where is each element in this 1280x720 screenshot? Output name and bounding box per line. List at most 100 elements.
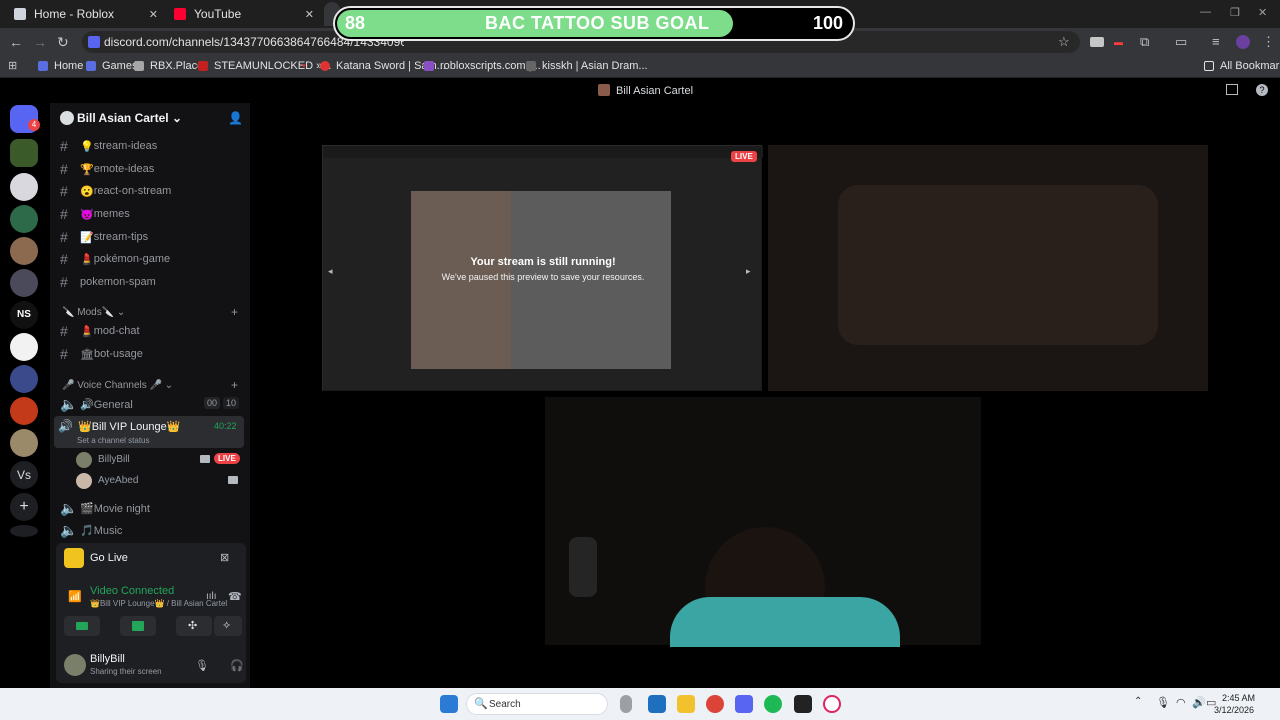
channel-mod-chat[interactable]: # 💄 mod-chat <box>60 321 245 341</box>
apps-icon[interactable]: ⊞ <box>8 59 17 72</box>
add-channel-icon[interactable]: + <box>231 378 238 392</box>
taskbar-search[interactable]: 🔍 Search <box>466 693 608 715</box>
server-icon[interactable] <box>10 397 38 425</box>
discover-icon[interactable] <box>10 525 38 537</box>
spotify-icon[interactable] <box>764 695 782 713</box>
headphones-icon[interactable]: 🎧 <box>230 659 244 672</box>
volume-icon[interactable]: 🔊 <box>1192 696 1206 709</box>
discord-icon[interactable] <box>735 695 753 713</box>
server-icon[interactable] <box>10 429 38 457</box>
avatar[interactable] <box>64 654 86 676</box>
voice-music[interactable]: 🔈 🎵Music <box>60 520 245 540</box>
voice-vip-lounge[interactable]: 🔊 👑Bill VIP Lounge👑 40:22 Set a channel … <box>54 416 244 448</box>
menu-icon[interactable]: ⋮ <box>1262 34 1275 50</box>
restore-icon[interactable]: ❐ <box>1230 6 1240 19</box>
category-voice[interactable]: 🎤 Voice Channels 🎤 ⌄ <box>62 380 173 391</box>
chevron-up-icon[interactable]: ⌃ <box>1134 696 1142 707</box>
server-icon[interactable] <box>10 333 38 361</box>
voice-general[interactable]: 🔈 🔊General 00 10 <box>60 394 245 414</box>
close-icon[interactable]: ⊠ <box>220 551 229 564</box>
screen-share-button[interactable] <box>120 616 156 636</box>
channel-pokemon-spam[interactable]: # pokemon-spam <box>60 272 245 292</box>
channel-bot-usage[interactable]: # 🏛 bot-usage <box>60 344 245 364</box>
stream-tile[interactable]: LIVE Your stream is still running! We've… <box>322 145 763 392</box>
forward-icon[interactable]: → <box>33 34 47 50</box>
close-icon[interactable]: ✕ <box>305 8 314 21</box>
camera-tile-billybill[interactable] <box>545 397 981 647</box>
reload-icon[interactable]: ↻ <box>57 34 69 51</box>
channel-stream-ideas[interactable]: # 💡 stream-ideas <box>60 136 245 156</box>
all-bookmarks[interactable]: All Bookmarks <box>1204 60 1280 72</box>
voice-user-ayeabed[interactable]: AyeAbed <box>76 472 244 490</box>
activities-button[interactable]: ✣ <box>176 616 212 636</box>
noise-suppression-icon[interactable]: ıılı <box>206 591 217 602</box>
server-icon[interactable] <box>10 173 38 201</box>
close-icon[interactable]: ✕ <box>149 8 158 21</box>
server-header[interactable]: Bill Asian Cartel ⌄ <box>77 111 182 125</box>
camera-tile-ayeabed[interactable] <box>768 145 1208 391</box>
profile-avatar[interactable] <box>1236 35 1250 49</box>
site-info-icon[interactable] <box>88 36 100 48</box>
wifi-icon[interactable]: ◠ <box>1176 696 1186 709</box>
server-icon[interactable] <box>10 365 38 393</box>
app-icon[interactable] <box>794 695 812 713</box>
bookmark-steamunlocked[interactable]: STEAMUNLOCKED »... <box>198 60 331 72</box>
bookmark-rbxplace[interactable]: RBX.Place <box>134 60 203 72</box>
user-panel: Go Live ⊠ 📶 Video Connected 👑Bill VIP Lo… <box>56 543 280 683</box>
next-icon[interactable]: ▸ <box>746 266 751 277</box>
close-window-icon[interactable]: ✕ <box>1258 6 1267 19</box>
camera-button[interactable] <box>64 616 100 636</box>
channel-memes[interactable]: # 😈 memes <box>60 204 245 224</box>
channel-emote-ideas[interactable]: # 🏆 emote-ideas <box>60 159 245 179</box>
disconnect-icon[interactable]: ☎ <box>228 590 242 603</box>
goal-title: BAC TATTOO SUB GOAL <box>485 13 710 33</box>
clock-time[interactable]: 2:45 AM <box>1222 693 1255 703</box>
task-view-icon[interactable] <box>620 695 632 713</box>
channel-pokemon-game[interactable]: # 💄 pokémon-game <box>60 249 245 269</box>
bookmark-kisskh[interactable]: kisskh | Asian Dram... <box>526 60 648 72</box>
server-vs[interactable]: Vs <box>10 461 38 489</box>
bookmark-games[interactable]: Games <box>86 60 137 72</box>
tab-roblox[interactable]: Home - Roblox ✕ <box>6 2 166 26</box>
start-icon[interactable] <box>440 695 458 713</box>
file-explorer-icon[interactable] <box>677 695 695 713</box>
microphone-icon[interactable]: 🎙 <box>1156 696 1170 709</box>
bookmark-home[interactable]: Home <box>38 60 83 72</box>
cast-icon[interactable]: ▭ <box>1175 34 1187 50</box>
go-live-banner[interactable]: Go Live ⊠ <box>56 543 246 573</box>
inbox-icon[interactable] <box>1226 84 1238 95</box>
tab-search-icon[interactable]: ≡ <box>1212 34 1220 49</box>
category-mods[interactable]: 🔪 Mods🔪 ⌄ <box>62 307 125 318</box>
voice-user-billybill[interactable]: BillyBill LIVE <box>76 451 244 469</box>
server-icon[interactable] <box>10 139 38 167</box>
opera-icon[interactable] <box>823 695 841 713</box>
tab-youtube[interactable]: YouTube ✕ <box>166 2 322 26</box>
back-icon[interactable]: ← <box>9 34 23 50</box>
channel-stream-tips[interactable]: # 📝 stream-tips <box>60 227 245 247</box>
prev-icon[interactable]: ◂ <box>328 266 333 277</box>
user-count: 00 <box>204 397 221 409</box>
server-icon[interactable] <box>10 237 38 265</box>
widgets-icon[interactable] <box>648 695 666 713</box>
server-icon[interactable] <box>10 269 38 297</box>
add-channel-icon[interactable]: + <box>231 305 238 319</box>
minimize-icon[interactable]: — <box>1200 6 1211 18</box>
bookmark-star-icon[interactable]: ☆ <box>1058 34 1070 50</box>
channel-status[interactable]: Set a channel status <box>77 436 150 445</box>
server-ns[interactable]: NS <box>10 301 38 329</box>
clock-date[interactable]: 3/12/2026 <box>1214 705 1254 715</box>
extension-icon[interactable] <box>1090 37 1104 47</box>
channel-react-on-stream[interactable]: # 😮 react-on-stream <box>60 181 245 201</box>
microphone-icon[interactable]: 🎙 <box>195 659 209 672</box>
voice-status[interactable]: Video Connected <box>90 585 174 597</box>
add-server-icon[interactable]: + <box>10 493 38 521</box>
soundboard-button[interactable]: ✧ <box>214 616 242 636</box>
voice-movie-night[interactable]: 🔈 🎬Movie night <box>60 498 245 518</box>
help-icon[interactable]: ? <box>1256 84 1268 96</box>
chrome-icon[interactable] <box>706 695 724 713</box>
server-icon[interactable] <box>10 205 38 233</box>
invite-icon[interactable]: 👤 <box>228 111 243 125</box>
adblock-icon[interactable]: ▬ <box>1114 37 1123 47</box>
extensions-icon[interactable]: ⧉ <box>1140 34 1149 50</box>
bookmark-robloxscripts[interactable]: robloxscripts.com |... <box>424 60 541 72</box>
